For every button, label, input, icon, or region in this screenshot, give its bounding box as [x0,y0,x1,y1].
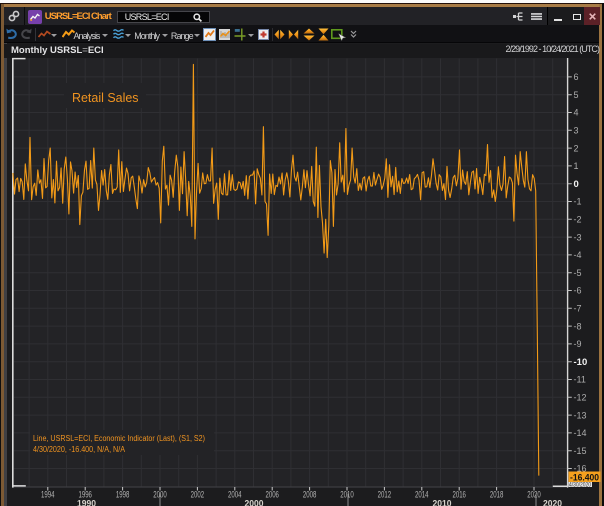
svg-text:4: 4 [574,108,579,118]
svg-text:-8: -8 [574,321,582,331]
svg-text:2: 2 [574,143,579,153]
svg-text:2010: 2010 [433,498,452,506]
svg-text:2006: 2006 [265,489,279,499]
svg-text:1994: 1994 [41,489,55,499]
svg-text:-13: -13 [574,410,587,420]
svg-text:6: 6 [574,72,579,82]
svg-text:-1: -1 [574,197,582,207]
svg-text:2020: 2020 [543,498,562,506]
svg-text:-10: -10 [574,357,588,368]
svg-text:-12: -12 [574,393,587,403]
svg-text:4/30/2020: 4/30/2020 [569,483,592,489]
svg-text:-16.400: -16.400 [570,472,599,483]
svg-text:0: 0 [574,179,579,190]
svg-text:-3: -3 [574,232,582,242]
svg-text:-5: -5 [574,268,582,278]
svg-text:2020: 2020 [527,489,541,499]
svg-text:5: 5 [574,90,579,100]
svg-text:2004: 2004 [228,489,242,499]
svg-text:2002: 2002 [191,489,205,499]
svg-text:-15: -15 [574,446,587,456]
svg-text:-4: -4 [574,250,582,260]
svg-text:1990: 1990 [77,498,96,506]
svg-text:Line, USRSL=ECI, Economic Indi: Line, USRSL=ECI, Economic Indicator (Las… [33,434,205,443]
svg-text:-14: -14 [574,428,587,438]
svg-text:2016: 2016 [452,489,466,499]
svg-text:1998: 1998 [116,489,130,499]
svg-text:Retail Sales: Retail Sales [72,91,139,105]
svg-text:4/30/2020, -16.400, N/A, N/A: 4/30/2020, -16.400, N/A, N/A [33,445,126,454]
svg-text:-9: -9 [574,339,582,349]
svg-text:2018: 2018 [490,489,504,499]
svg-text:3: 3 [574,126,579,136]
svg-text:-7: -7 [574,304,582,314]
svg-text:1: 1 [574,161,579,171]
svg-text:2012: 2012 [378,489,392,499]
svg-text:2010: 2010 [340,489,354,499]
svg-text:-6: -6 [574,286,582,296]
svg-text:-11: -11 [574,375,586,385]
svg-text:2000: 2000 [245,498,264,506]
svg-text:2014: 2014 [415,489,429,499]
svg-text:-2: -2 [574,215,582,225]
svg-text:2008: 2008 [303,489,317,499]
